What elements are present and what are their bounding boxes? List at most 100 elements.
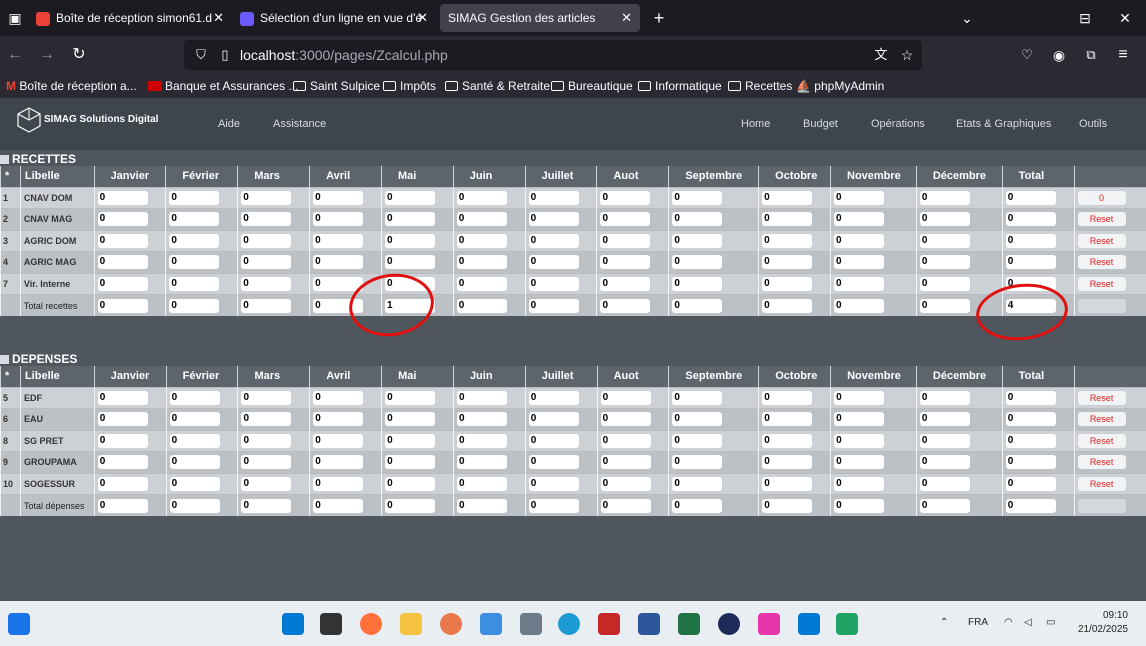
amount-input[interactable]: 0 — [1005, 190, 1056, 205]
amount-input[interactable]: 0 — [834, 233, 884, 248]
reset-button[interactable]: Reset — [1077, 255, 1126, 270]
amount-input[interactable]: 0 — [385, 476, 436, 491]
amount-input[interactable]: 0 — [169, 212, 220, 227]
amount-input[interactable]: 0 — [600, 476, 651, 491]
amount-input[interactable]: 0 — [169, 433, 220, 448]
menu-etats-graphiques[interactable]: Etats & Graphiques — [956, 118, 1051, 130]
amount-input[interactable]: 0 — [600, 390, 651, 405]
amount-input[interactable]: 0 — [919, 476, 970, 491]
amount-input[interactable]: 0 — [1005, 455, 1056, 470]
firefox-icon[interactable] — [360, 613, 382, 635]
reset-button[interactable]: Reset — [1077, 476, 1126, 491]
amount-input[interactable]: 0 — [528, 298, 579, 313]
amount-input[interactable]: 0 — [313, 455, 364, 470]
amount-input[interactable]: 0 — [919, 390, 970, 405]
amount-input[interactable]: 0 — [762, 412, 813, 427]
amount-input[interactable]: 0 — [600, 455, 651, 470]
amount-input[interactable]: 0 — [169, 390, 220, 405]
amount-input[interactable]: 0 — [672, 433, 723, 448]
amount-input[interactable]: 0 — [600, 298, 651, 313]
amount-input[interactable]: 0 — [919, 412, 970, 427]
amount-input[interactable]: 0 — [600, 233, 651, 248]
reset-button[interactable]: Reset — [1077, 233, 1126, 248]
bookmark-inbox[interactable]: M Boîte de réception — [6, 74, 117, 98]
amount-input[interactable]: 0 — [241, 233, 292, 248]
amount-input[interactable]: 0 — [672, 455, 723, 470]
amount-input[interactable]: 0 — [672, 298, 723, 313]
amount-input[interactable]: 0 — [241, 455, 292, 470]
amount-input[interactable]: 0 — [456, 190, 507, 205]
excel-icon[interactable] — [678, 613, 700, 635]
amount-input[interactable]: 0 — [672, 190, 723, 205]
amount-input[interactable]: 0 — [1005, 498, 1056, 513]
amount-input[interactable]: 0 — [241, 476, 292, 491]
amount-input[interactable]: 0 — [1005, 433, 1056, 448]
amount-input[interactable]: 0 — [834, 190, 884, 205]
reset-button[interactable]: Reset — [1077, 412, 1126, 427]
amount-input[interactable]: 0 — [313, 390, 364, 405]
amount-input[interactable]: 0 — [834, 476, 885, 491]
amount-input[interactable]: 0 — [762, 390, 813, 405]
amount-input[interactable]: 0 — [919, 433, 970, 448]
amount-input[interactable]: 0 — [762, 298, 813, 313]
browser-tab-2[interactable]: Sélection d'un ligne en vue d'é ✕ — [240, 4, 436, 32]
amount-input[interactable]: 0 — [672, 412, 723, 427]
amount-input[interactable]: 0 — [385, 390, 436, 405]
bookmark-folder[interactable]: Impôts — [383, 74, 436, 98]
amount-input[interactable]: 0 — [600, 433, 651, 448]
word-icon[interactable] — [638, 613, 660, 635]
amount-input[interactable]: 0 — [528, 190, 579, 205]
amount-input[interactable]: 0 — [762, 498, 813, 513]
amount-input[interactable]: 0 — [672, 276, 723, 291]
amount-input[interactable]: 0 — [169, 298, 220, 313]
amount-input[interactable]: 0 — [313, 498, 364, 513]
amount-input[interactable]: 0 — [313, 212, 364, 227]
amount-input[interactable]: 0 — [762, 190, 813, 205]
amount-input[interactable]: 0 — [762, 433, 813, 448]
amount-input[interactable]: 0 — [600, 412, 651, 427]
amount-input[interactable]: 0 — [919, 298, 970, 313]
amount-input[interactable]: 0 — [528, 255, 579, 270]
amount-input[interactable]: 0 — [528, 276, 579, 291]
minimize-icon[interactable]: ⊟ — [1076, 9, 1094, 27]
amount-input[interactable]: 0 — [456, 212, 507, 227]
menu-operations[interactable]: Opérations — [871, 118, 925, 130]
menu-aide[interactable]: Aide — [218, 118, 240, 130]
amount-input[interactable]: 0 — [169, 498, 220, 513]
amount-input[interactable]: 0 — [97, 233, 148, 248]
wifi-icon[interactable]: ◠ — [1004, 617, 1013, 628]
reset-button[interactable]: Reset — [1077, 455, 1126, 470]
amount-input[interactable]: 0 — [313, 412, 364, 427]
amount-input[interactable]: 0 — [834, 298, 884, 313]
amount-input[interactable]: 0 — [456, 233, 507, 248]
reset-button[interactable] — [1077, 298, 1126, 313]
amount-input[interactable]: 0 — [385, 433, 436, 448]
amount-input[interactable]: 0 — [672, 233, 723, 248]
browser-tab-3[interactable]: SIMAG Gestion des articles ✕ — [440, 4, 640, 32]
amount-input[interactable]: 0 — [456, 255, 507, 270]
amount-input[interactable]: 0 — [528, 476, 579, 491]
app-icon[interactable] — [440, 613, 462, 635]
file-explorer-icon[interactable] — [400, 613, 422, 635]
app2-icon[interactable] — [758, 613, 780, 635]
amount-input[interactable]: 0 — [97, 298, 148, 313]
bookmark-phpmyadmin[interactable]: ⛵ phpMyAdmin — [796, 74, 884, 98]
menu-outils[interactable]: Outils — [1079, 118, 1107, 130]
clock[interactable]: 09:10 21/02/2025 — [1078, 609, 1128, 637]
amount-input[interactable]: 0 — [600, 276, 651, 291]
reset-button[interactable]: 0 — [1077, 190, 1126, 205]
amount-input[interactable]: 0 — [241, 190, 292, 205]
amount-input[interactable]: 0 — [97, 190, 148, 205]
amount-input[interactable]: 0 — [169, 455, 220, 470]
amount-input[interactable]: 0 — [169, 412, 220, 427]
windows-start-icon[interactable] — [282, 613, 304, 635]
amount-input[interactable]: 0 — [528, 212, 579, 227]
amount-input[interactable]: 0 — [241, 255, 292, 270]
amount-input[interactable]: 0 — [169, 276, 220, 291]
amount-input[interactable]: 0 — [456, 412, 507, 427]
amount-input[interactable]: 0 — [762, 455, 813, 470]
amount-input[interactable]: 0 — [241, 412, 292, 427]
widgets-icon[interactable] — [8, 613, 30, 635]
close-window-icon[interactable]: ✕ — [1116, 9, 1134, 27]
star-icon[interactable]: ☆ — [898, 46, 916, 64]
